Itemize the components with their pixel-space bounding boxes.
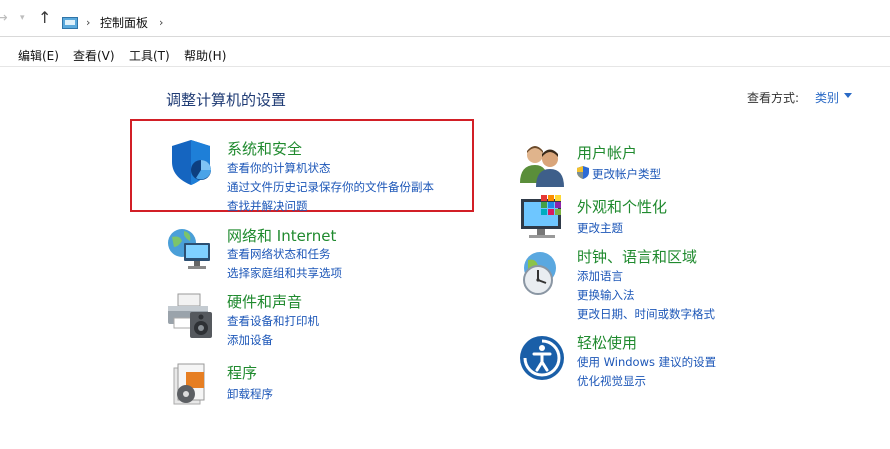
uac-shield-icon — [577, 166, 589, 179]
menu-tools[interactable]: 工具(T) — [129, 47, 170, 64]
link-add-language[interactable]: 添加语言 — [577, 268, 623, 284]
link-view-computer-status[interactable]: 查看你的计算机状态 — [227, 160, 331, 176]
up-arrow-icon[interactable]: ↑ — [38, 9, 54, 27]
menu-edit[interactable]: 编辑(E) — [18, 47, 59, 64]
monitor-palette-icon[interactable] — [519, 193, 567, 245]
link-devices-printers[interactable]: 查看设备和打印机 — [227, 313, 319, 329]
category-heading[interactable]: 时钟、语言和区域 — [577, 246, 697, 267]
menu-bar: ) 编辑(E) 查看(V) 工具(T) 帮助(H) — [0, 37, 890, 67]
view-by-dropdown[interactable]: 类别 — [815, 89, 839, 106]
category-heading[interactable]: 系统和安全 — [227, 138, 302, 159]
link-change-account-type[interactable]: 更改帐户类型 — [592, 166, 661, 182]
link-change-theme[interactable]: 更改主题 — [577, 220, 623, 236]
control-panel-icon — [62, 17, 78, 29]
category-heading[interactable]: 外观和个性化 — [577, 196, 667, 217]
printer-speaker-icon[interactable] — [166, 292, 216, 344]
recent-dropdown-icon[interactable]: ▾ — [20, 9, 30, 27]
ease-of-access-icon[interactable] — [518, 334, 566, 386]
link-optimize-display[interactable]: 优化视觉显示 — [577, 373, 646, 389]
programs-icon[interactable] — [172, 362, 214, 410]
link-recommended-settings[interactable]: 使用 Windows 建议的设置 — [577, 354, 716, 370]
link-troubleshoot[interactable]: 查找并解决问题 — [227, 198, 308, 214]
link-add-device[interactable]: 添加设备 — [227, 332, 273, 348]
category-heading[interactable]: 用户帐户 — [577, 142, 637, 163]
link-change-date-time-format[interactable]: 更改日期、时间或数字格式 — [577, 306, 715, 322]
category-heading[interactable]: 硬件和声音 — [227, 291, 302, 312]
breadcrumb-separator-icon[interactable]: › — [86, 16, 90, 29]
breadcrumb-control-panel[interactable]: 控制面板 — [100, 14, 148, 31]
category-heading[interactable]: 程序 — [227, 362, 257, 383]
link-uninstall-program[interactable]: 卸载程序 — [227, 386, 273, 402]
network-globe-icon[interactable] — [166, 225, 214, 277]
menu-view[interactable]: 查看(V) — [73, 47, 115, 64]
link-homegroup-sharing[interactable]: 选择家庭组和共享选项 — [227, 265, 342, 281]
category-heading[interactable]: 轻松使用 — [577, 332, 637, 353]
address-bar: → ▾ ↑ › 控制面板 › — [0, 0, 890, 37]
link-network-status[interactable]: 查看网络状态和任务 — [227, 246, 331, 262]
category-heading[interactable]: 网络和 Internet — [227, 225, 336, 246]
chevron-down-icon[interactable] — [844, 93, 852, 98]
breadcrumb-separator-icon[interactable]: › — [159, 16, 163, 29]
view-by-label: 查看方式: — [747, 91, 800, 105]
users-icon[interactable] — [518, 143, 566, 191]
back-arrow-icon[interactable]: → — [0, 9, 10, 27]
clock-globe-icon[interactable] — [516, 250, 564, 302]
link-file-history-backup[interactable]: 通过文件历史记录保存你的文件备份副本 — [227, 179, 434, 195]
shield-icon[interactable] — [168, 138, 214, 190]
link-change-input-method[interactable]: 更换输入法 — [577, 287, 635, 303]
page-title: 调整计算机的设置 — [166, 91, 287, 109]
menu-help[interactable]: 帮助(H) — [184, 47, 226, 64]
